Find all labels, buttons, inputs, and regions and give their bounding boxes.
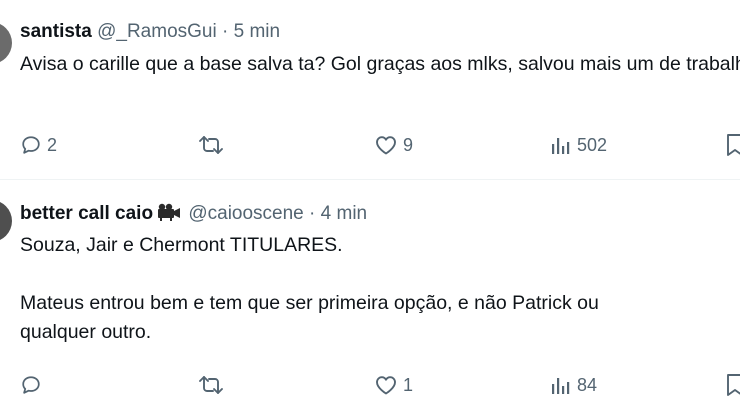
views-icon	[552, 378, 570, 394]
views-button[interactable]: 84	[550, 370, 597, 400]
views-button[interactable]: 502	[550, 130, 607, 160]
reply-count: 2	[47, 134, 58, 155]
separator: ·	[309, 203, 316, 224]
avatar[interactable]	[0, 200, 12, 242]
like-button[interactable]: 1	[374, 370, 413, 400]
bookmark-icon	[727, 374, 740, 396]
heart-icon	[376, 136, 396, 155]
tweet-header: better call caio @caiooscene · 4 min	[20, 202, 367, 228]
projector-icon	[157, 203, 181, 228]
user-handle[interactable]: @caiooscene	[188, 203, 303, 224]
tweet[interactable]: santista @_RamosGui · 5 min Avisa o cari…	[0, 0, 740, 180]
user-handle[interactable]: @_RamosGui	[97, 21, 217, 42]
reply-button[interactable]: 2	[20, 130, 57, 160]
retweet-icon	[199, 376, 223, 394]
timestamp[interactable]: 5 min	[234, 21, 280, 42]
display-name[interactable]: santista	[20, 21, 92, 42]
views-count: 502	[577, 134, 608, 155]
reply-button[interactable]	[20, 370, 47, 400]
retweet-button[interactable]	[198, 130, 229, 160]
tweet-text: Avisa o carille que a base salva ta? Gol…	[20, 53, 740, 75]
timestamp[interactable]: 4 min	[321, 203, 367, 224]
bookmark-button[interactable]	[725, 370, 740, 400]
tweet-text: Souza, Jair e Chermont TITULARES. Mateus…	[20, 234, 599, 343]
views-count: 84	[577, 374, 598, 395]
reply-icon	[22, 136, 40, 154]
bookmark-button[interactable]	[725, 130, 740, 160]
action-bar: 2 9 502	[0, 130, 740, 160]
reply-icon	[22, 376, 40, 394]
retweet-button[interactable]	[198, 370, 229, 400]
like-count: 1	[403, 374, 414, 395]
separator: ·	[221, 21, 229, 42]
tweet-header: santista @_RamosGui · 5 min	[20, 20, 280, 44]
avatar[interactable]	[0, 22, 12, 64]
retweet-icon	[199, 136, 223, 154]
display-name[interactable]: better call caio	[20, 203, 153, 224]
bookmark-icon	[727, 134, 740, 156]
like-count: 9	[403, 134, 414, 155]
views-icon	[552, 138, 570, 154]
like-button[interactable]: 9	[374, 130, 413, 160]
heart-icon	[376, 376, 396, 395]
action-bar: 1 84	[0, 370, 740, 400]
